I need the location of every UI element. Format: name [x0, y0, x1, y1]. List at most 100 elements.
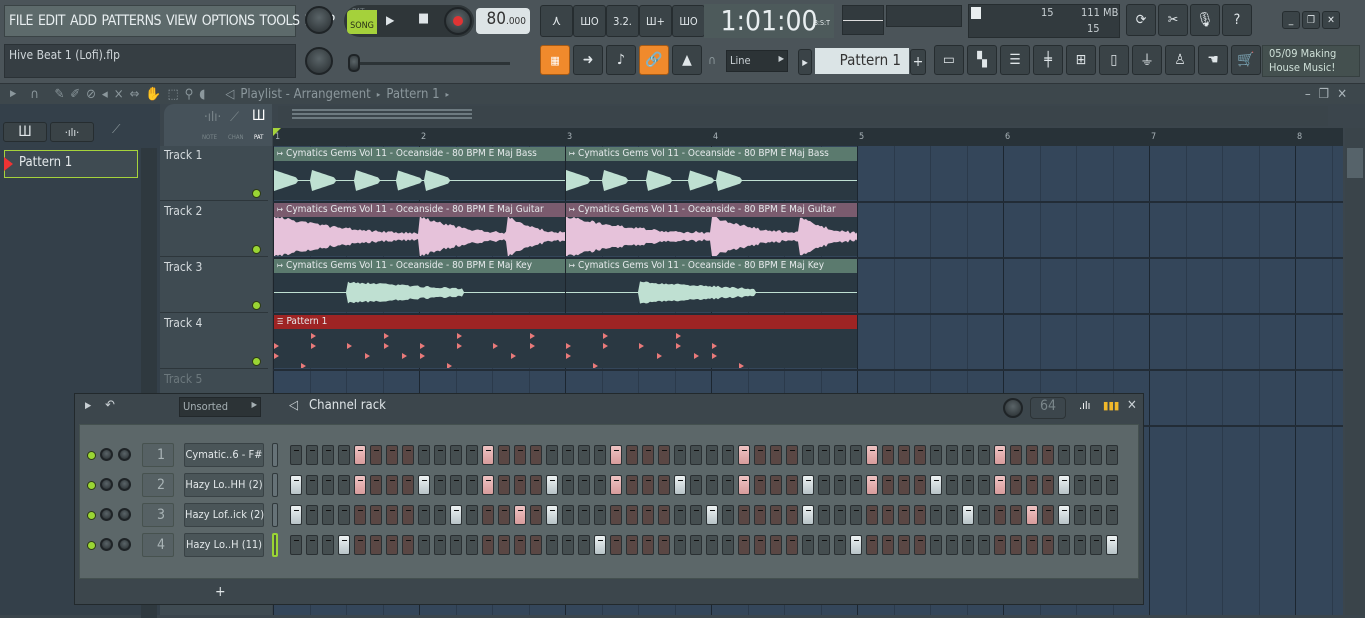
step-off[interactable]	[402, 475, 414, 495]
cut-tool-button[interactable]: ✂	[1158, 4, 1188, 36]
scroll-follow-button[interactable]: ♪	[606, 45, 636, 75]
step-off[interactable]	[546, 535, 558, 555]
step-off[interactable]	[946, 505, 958, 525]
mode-chan[interactable]: CHAN	[228, 134, 244, 141]
step-on[interactable]	[338, 535, 350, 555]
step-on[interactable]	[994, 475, 1006, 495]
step-off[interactable]	[290, 535, 302, 555]
channel-volume-knob[interactable]	[118, 538, 131, 551]
step-off[interactable]	[306, 475, 318, 495]
step-off[interactable]	[690, 535, 702, 555]
channel-select-indicator[interactable]	[272, 473, 278, 497]
track-mute-led[interactable]	[252, 357, 261, 366]
step-off[interactable]	[850, 505, 862, 525]
menu-options[interactable]: OPTIONS	[202, 13, 255, 29]
step-off[interactable]	[418, 535, 430, 555]
step-off[interactable]	[834, 505, 846, 525]
channel-number[interactable]: 3	[142, 503, 174, 527]
step-off[interactable]	[290, 445, 302, 465]
playhead-marker[interactable]	[273, 128, 281, 136]
step-off[interactable]	[898, 505, 910, 525]
step-off[interactable]	[562, 445, 574, 465]
step-off[interactable]	[786, 475, 798, 495]
step-off[interactable]	[1058, 445, 1070, 465]
rack-menu-arrow[interactable]: ▶	[85, 401, 91, 411]
channel-volume-knob[interactable]	[118, 508, 131, 521]
step-off[interactable]	[386, 535, 398, 555]
picker-patterns-tab[interactable]: Ш	[3, 122, 47, 142]
step-off[interactable]	[498, 505, 510, 525]
track-header[interactable]: Track 3	[160, 258, 268, 313]
step-off[interactable]	[1106, 445, 1118, 465]
step-off[interactable]	[530, 475, 542, 495]
step-off[interactable]	[658, 535, 670, 555]
step-off[interactable]	[322, 505, 334, 525]
step-off[interactable]	[338, 445, 350, 465]
track-mute-led[interactable]	[252, 245, 261, 254]
record-button[interactable]	[444, 7, 472, 35]
step-off[interactable]	[1106, 505, 1118, 525]
step-on[interactable]	[546, 475, 558, 495]
menu-patterns[interactable]: PATTERNS	[102, 13, 162, 29]
song-mode-button[interactable]: SONG	[347, 10, 377, 34]
step-off[interactable]	[642, 475, 654, 495]
countdown-button[interactable]: 3.2.	[606, 5, 639, 37]
step-on[interactable]	[610, 445, 622, 465]
channel-volume-knob[interactable]	[118, 478, 131, 491]
step-on[interactable]	[354, 445, 366, 465]
channel-mute-led[interactable]	[87, 451, 96, 460]
position-slider[interactable]	[350, 62, 510, 65]
step-off[interactable]	[994, 505, 1006, 525]
channel-number[interactable]: 2	[142, 473, 174, 497]
step-off[interactable]	[690, 505, 702, 525]
step-off[interactable]	[1042, 505, 1054, 525]
audio-clip[interactable]: ↦ Cymatics Gems Vol 11 - Oceanside - 80 B…	[565, 259, 857, 312]
channel-name-button[interactable]: Hazy Lo..H (11)	[184, 533, 264, 557]
channel-rack-button[interactable]: ☰	[1000, 45, 1030, 75]
step-off[interactable]	[1106, 475, 1118, 495]
piano-roll-button[interactable]: ▚	[967, 45, 997, 75]
channel-name-button[interactable]: Hazy Lof..ick (2)	[184, 503, 264, 527]
master-pitch-knob[interactable]	[305, 47, 333, 75]
step-off[interactable]	[434, 505, 446, 525]
step-off[interactable]	[642, 445, 654, 465]
scroll-overview[interactable]	[292, 109, 472, 121]
step-on[interactable]	[290, 505, 302, 525]
channel-name-button[interactable]: Hazy Lo..HH (2)	[184, 473, 264, 497]
step-off[interactable]	[418, 505, 430, 525]
step-off[interactable]	[946, 475, 958, 495]
step-off[interactable]	[1042, 535, 1054, 555]
ruler-bar-7[interactable]: 7	[1151, 132, 1156, 142]
step-off[interactable]	[306, 445, 318, 465]
step-off[interactable]	[706, 535, 718, 555]
track-header[interactable]: Track 4	[160, 314, 268, 369]
step-off[interactable]	[690, 445, 702, 465]
mixer-button[interactable]: ╪	[1033, 45, 1063, 75]
step-off[interactable]	[866, 505, 878, 525]
picker-automation-tab[interactable]: ⟋	[112, 122, 120, 137]
step-on[interactable]	[1058, 505, 1070, 525]
help-button[interactable]: ?	[1222, 4, 1252, 36]
picker-audio-tab[interactable]: ·ılı·	[50, 122, 94, 142]
step-off[interactable]	[690, 475, 702, 495]
minimize-button[interactable]: _	[1282, 11, 1300, 29]
step-off[interactable]	[514, 535, 526, 555]
wait-for-input-button[interactable]: ШO	[573, 5, 606, 37]
step-off[interactable]	[1090, 445, 1102, 465]
step-off[interactable]	[1074, 475, 1086, 495]
ruler-bar-5[interactable]: 5	[859, 132, 864, 142]
playlist-tool-icons[interactable]: ∩ ✎✐⊘◂×⇔✋⬚⚲◖	[30, 87, 211, 102]
step-on[interactable]	[482, 475, 494, 495]
pattern-clip[interactable]: ☰ Pattern 1	[273, 315, 857, 368]
audio-clip[interactable]: ↦ Cymatics Gems Vol 11 - Oceanside - 80 B…	[273, 203, 565, 256]
step-off[interactable]	[738, 505, 750, 525]
step-off[interactable]	[594, 475, 606, 495]
step-off[interactable]	[978, 505, 990, 525]
maximize-button[interactable]: ❐	[1302, 11, 1320, 29]
playlist-window-controls[interactable]: –❐✕	[1305, 87, 1355, 102]
playlist-vertical-scrollbar[interactable]	[1345, 128, 1365, 615]
step-off[interactable]	[322, 475, 334, 495]
step-off[interactable]	[658, 475, 670, 495]
project-info-button[interactable]: ▯	[1099, 45, 1129, 75]
step-off[interactable]	[562, 505, 574, 525]
